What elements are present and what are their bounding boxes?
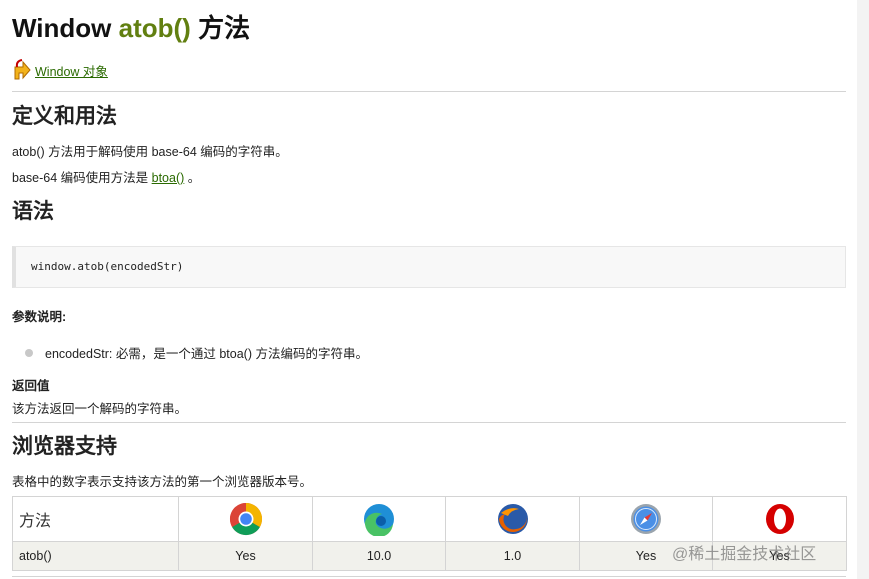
- bullet-icon: [25, 348, 33, 357]
- code-text: window.atob(encodedStr): [31, 260, 184, 273]
- page: Window atob() 方法 Window 对象 定义和用法 atob() …: [0, 0, 857, 579]
- definition-text: atob() 方法用于解码使用 base-64 编码的字符串。: [12, 145, 288, 159]
- back-link-row: Window 对象: [12, 56, 108, 80]
- header-firefox: [445, 496, 580, 542]
- divider: [12, 91, 846, 92]
- definition-note: base-64 编码使用方法是 btoa() 。: [12, 170, 200, 186]
- edge-icon: [364, 504, 394, 536]
- opera-icon: [765, 504, 794, 534]
- watermark: @稀土掘金技术社区: [672, 546, 817, 563]
- firefox-icon: [497, 504, 528, 534]
- header-opera: [712, 496, 847, 542]
- back-arrow-icon: [14, 59, 31, 80]
- return-text: 该方法返回一个解码的字符串。: [12, 402, 188, 416]
- safari-icon: [631, 504, 661, 534]
- window-object-link[interactable]: Window 对象: [35, 64, 108, 80]
- return-label: 返回值: [12, 379, 50, 393]
- method-cell: atob(): [12, 541, 179, 571]
- divider: [12, 576, 846, 577]
- list-item: encodedStr: 必需，是一个通过 btoa() 方法编码的字符串。: [25, 343, 368, 362]
- note-prefix: base-64 编码使用方法是: [12, 171, 152, 185]
- section-heading-syntax: 语法: [12, 200, 54, 223]
- chrome-value: Yes: [178, 541, 313, 571]
- section-heading-definition: 定义和用法: [12, 105, 117, 128]
- divider: [12, 422, 846, 423]
- params-label: 参数说明:: [12, 310, 67, 324]
- note-suffix: 。: [184, 171, 201, 185]
- firefox-value: 1.0: [445, 541, 580, 571]
- right-gutter: [857, 0, 869, 579]
- header-chrome: [178, 496, 313, 542]
- btoa-link[interactable]: btoa(): [152, 171, 185, 185]
- title-suffix: 方法: [190, 13, 251, 43]
- param-description: encodedStr: 必需，是一个通过 btoa() 方法编码的字符串。: [45, 347, 368, 361]
- title-prefix: Window: [12, 13, 119, 43]
- header-edge: [312, 496, 446, 542]
- page-title: Window atob() 方法: [12, 10, 250, 46]
- edge-value: 10.0: [312, 541, 446, 571]
- header-safari: [579, 496, 713, 542]
- section-heading-browser: 浏览器支持: [12, 435, 117, 458]
- code-block: window.atob(encodedStr): [12, 246, 846, 288]
- chrome-icon: [229, 502, 262, 536]
- browser-intro: 表格中的数字表示支持该方法的第一个浏览器版本号。: [12, 475, 313, 489]
- header-method: 方法: [12, 496, 179, 542]
- table-header-row: 方法: [12, 496, 847, 542]
- title-function: atob(): [118, 13, 191, 43]
